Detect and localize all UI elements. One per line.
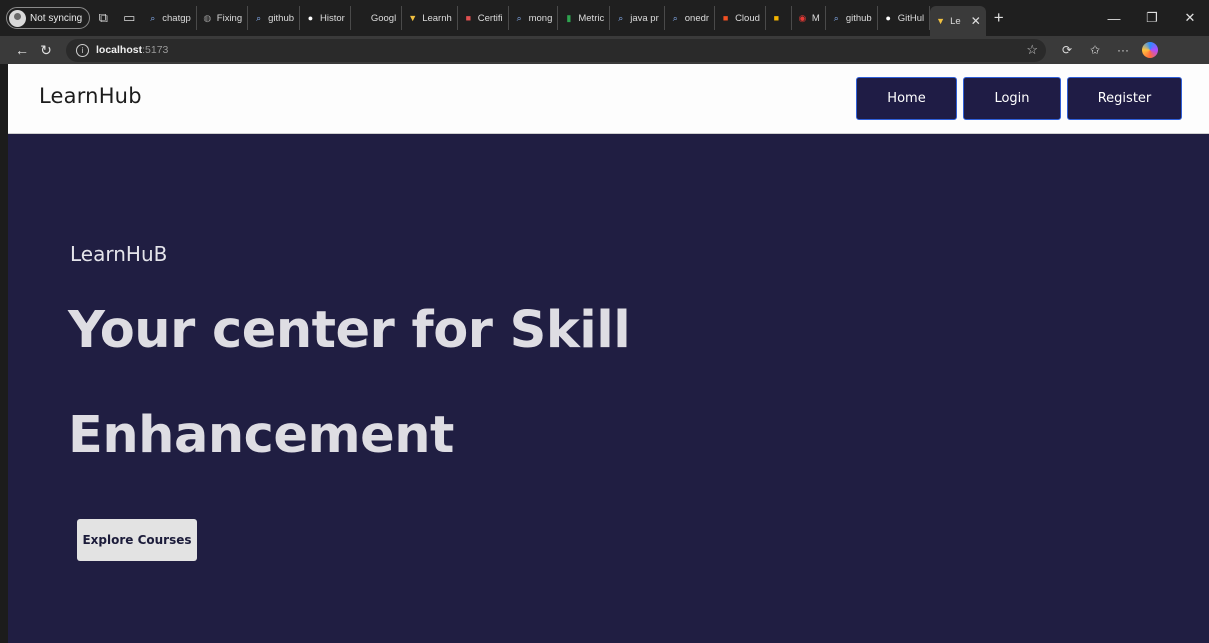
site-info-icon[interactable]: i (76, 43, 89, 57)
tab-active[interactable]: ▼ Le ✕ (930, 6, 986, 36)
brand-logo[interactable]: LearnHub (39, 84, 142, 108)
toolbar-actions: ⟳ ✩ ··· (1054, 38, 1158, 62)
browser-tab[interactable]: ■ (766, 6, 792, 30)
workspaces-icon[interactable]: ⧉ (90, 5, 116, 31)
browser-tab[interactable]: ● Histor (300, 6, 351, 30)
refresh-icon[interactable]: ↻ (34, 38, 58, 62)
browser-tab[interactable]: Googl (351, 6, 403, 30)
tab-favicon-icon: ⌕ (833, 12, 839, 23)
browser-tab[interactable]: ◍ Fixing (197, 6, 249, 30)
tab-label: Googl (370, 12, 397, 24)
tab-label: Cloud (735, 12, 760, 24)
window-close-icon[interactable]: ✕ (1171, 0, 1209, 36)
site-navbar: LearnHub Home Login Register (8, 64, 1209, 134)
tab-label: Certifi (477, 12, 503, 24)
tab-favicon-icon: ⌕ (618, 12, 624, 23)
tab-label: Metric (578, 12, 605, 24)
browser-tab[interactable]: ⌕ github (826, 6, 878, 30)
url-host: localhost (96, 44, 143, 56)
browser-tab[interactable]: ■ Certifi (458, 6, 509, 30)
tab-label: Learnh (422, 12, 452, 24)
browser-tab[interactable]: ⌕ chatgp (142, 6, 197, 30)
tab-favicon-icon: ▼ (936, 15, 946, 26)
tab-label: chatgp (162, 12, 191, 24)
tab-label: github (845, 12, 872, 24)
profile-button[interactable]: Not syncing (6, 7, 91, 29)
restore-icon[interactable]: ❐ (1133, 0, 1171, 36)
tab-favicon-icon: ▮ (566, 12, 572, 23)
hero-eyebrow: LearnHuB (70, 242, 168, 266)
tab-favicon-icon: ▼ (408, 12, 418, 23)
explore-courses-button[interactable]: Explore Courses (77, 519, 197, 561)
nav-links: Home Login Register (856, 77, 1182, 120)
browser-tab[interactable]: ■ Cloud (715, 6, 766, 30)
address-input[interactable]: i localhost:5173 ☆ (66, 38, 1046, 62)
tab-label: java pr (630, 12, 659, 24)
tab-favicon-icon: ● (307, 12, 314, 23)
new-tab-button[interactable]: + (986, 8, 1012, 28)
browser-tab[interactable]: ⌕ onedr (665, 6, 716, 30)
browser-tab[interactable]: ⌕ mong (509, 6, 559, 30)
hero-title-line-1: Your center for Skill (68, 301, 631, 360)
profile-sync-label: Not syncing (30, 12, 83, 24)
login-button[interactable]: Login (963, 77, 1061, 120)
home-button[interactable]: Home (856, 77, 957, 120)
tab-favicon-icon: ⌕ (256, 12, 262, 23)
tab-label: github (268, 12, 295, 24)
tab-favicon-icon: ■ (773, 12, 780, 23)
tab-favicon-icon: ⌕ (150, 12, 156, 23)
tab-label: mong (528, 12, 553, 24)
tab-favicon-icon: ⌕ (516, 12, 522, 23)
tab-favicon-icon (356, 13, 367, 24)
close-icon[interactable]: ✕ (971, 14, 981, 28)
tab-label: GitHul (897, 12, 925, 24)
browser-tab[interactable]: ● GitHul (878, 6, 931, 30)
tab-favicon-icon: ◉ (798, 12, 807, 23)
tab-favicon-icon: ■ (465, 12, 471, 23)
tab-label: Fixing (216, 12, 243, 24)
browser-tab[interactable]: ⌕ github (248, 6, 301, 30)
tab-label: onedr (684, 12, 710, 24)
hero-title: Your center for Skill Enhancement (68, 278, 968, 488)
copilot-icon[interactable] (1142, 42, 1158, 58)
tab-favicon-icon: ● (885, 12, 891, 23)
more-menu-icon[interactable]: ··· (1110, 38, 1136, 62)
address-toolbar: ← ↻ i localhost:5173 ☆ ⟳ ✩ ··· (0, 36, 1209, 64)
window-controls: — ❐ ✕ (1095, 0, 1209, 36)
tab-label: M (811, 12, 820, 24)
favorites-icon[interactable]: ✩ (1082, 38, 1108, 62)
tab-favicon-icon: ⌕ (672, 12, 678, 23)
tab-list: ⌕ chatgp ◍ Fixing ⌕ github ● Histor Googl ▼ Learnh… (142, 0, 931, 36)
register-button[interactable]: Register (1067, 77, 1182, 120)
back-arrow-icon[interactable]: ← (10, 38, 34, 62)
hero-title-line-2: Enhancement (68, 406, 454, 465)
url-port: :5173 (142, 44, 169, 56)
browser-tab[interactable]: ▼ Learnh (402, 6, 458, 30)
minimize-icon[interactable]: — (1095, 0, 1133, 36)
browser-tab[interactable]: ▮ Metric (558, 6, 611, 30)
tab-label: Le (950, 15, 961, 27)
tab-favicon-icon: ■ (722, 12, 729, 23)
browser-tab-strip: Not syncing ⧉ ▭ ⌕ chatgp ◍ Fixing ⌕ github ● Hi… (0, 0, 1209, 36)
tab-actions-icon[interactable]: ▭ (116, 5, 142, 31)
favorite-star-icon[interactable]: ☆ (1026, 42, 1038, 58)
tab-favicon-icon: ◍ (203, 12, 212, 23)
browser-tab[interactable]: ◉ M (792, 6, 826, 30)
page-viewport: LearnHub Home Login Register LearnHuB Yo… (8, 64, 1209, 643)
profile-avatar-icon (9, 9, 26, 27)
tab-label: Histor (320, 12, 345, 24)
browser-tab[interactable]: ⌕ java pr (610, 6, 665, 30)
extensions-icon[interactable]: ⟳ (1054, 38, 1080, 62)
